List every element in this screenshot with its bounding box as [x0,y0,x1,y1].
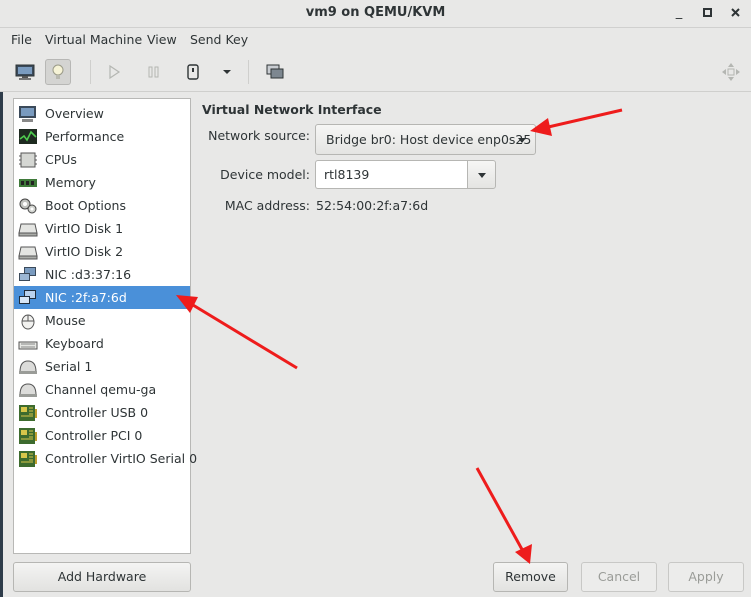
hardware-item-label: VirtIO Disk 1 [45,221,124,236]
network-source-dropdown[interactable]: Bridge br0: Host device enp0s25 [315,124,536,155]
hardware-item-label: NIC :2f:a7:6d [45,290,127,305]
hardware-item-label: Overview [45,106,104,121]
network-source-value: Bridge br0: Host device enp0s25 [326,132,532,147]
cpu-icon [18,151,38,169]
hardware-item-memory[interactable]: Memory [14,171,190,194]
section-title: Virtual Network Interface [202,102,382,117]
network-source-label: Network source: [208,128,310,143]
menu-view[interactable]: View [147,32,177,47]
hardware-item-keyboard[interactable]: Keyboard [14,332,190,355]
close-button[interactable] [727,4,745,22]
menu-file[interactable]: File [11,32,32,47]
keyboard-icon [18,335,38,353]
shutdown-menu-button[interactable] [214,59,240,85]
fullscreen-button[interactable] [718,59,744,85]
power-icon [187,64,199,80]
remove-button[interactable]: Remove [493,562,568,592]
device-model-input[interactable]: rtl8139 [315,160,468,189]
controller-icon [18,404,38,422]
hardware-item-label: Boot Options [45,198,126,213]
chevron-down-icon [223,70,231,74]
hardware-item-label: Mouse [45,313,86,328]
shutdown-button[interactable] [180,59,206,85]
hardware-item-overview[interactable]: Overview [14,102,190,125]
details-button[interactable] [45,59,71,85]
hardware-item-label: Keyboard [45,336,104,351]
hardware-list: Overview Performance CPUs Memory Boot Op… [13,98,197,554]
controller-icon [18,427,38,445]
run-button[interactable] [101,59,127,85]
hardware-item-virtio-disk-2[interactable]: VirtIO Disk 2 [14,240,190,263]
hardware-item-label: Controller PCI 0 [45,428,143,443]
hardware-item-controller-pci-0[interactable]: Controller PCI 0 [14,424,190,447]
menu-virtual-machine[interactable]: Virtual Machine [45,32,142,47]
fullscreen-icon [722,63,740,81]
pause-icon [148,66,159,78]
window-edge [0,92,3,597]
minimize-button[interactable]: _ [670,4,688,22]
window-title: vm9 on QEMU/KVM [305,5,446,20]
hardware-item-performance[interactable]: Performance [14,125,190,148]
device-model-dropdown-button[interactable] [467,160,496,189]
hardware-item-virtio-disk-1[interactable]: VirtIO Disk 1 [14,217,190,240]
chevron-down-icon [518,138,526,143]
mac-address-value: 52:54:00:2f:a7:6d [316,198,429,213]
network-icon [18,266,38,284]
toolbar-separator [248,60,249,84]
hardware-item-label: Controller VirtIO Serial 0 [45,451,198,466]
hardware-item-label: VirtIO Disk 2 [45,244,124,259]
apply-button[interactable]: Apply [668,562,744,592]
hardware-item-label: Performance [45,129,125,144]
pause-button[interactable] [141,59,167,85]
memory-icon [18,174,38,192]
device-model-label: Device model: [220,167,310,182]
add-hardware-button[interactable]: Add Hardware [13,562,191,592]
hardware-item-label: Memory [45,175,96,190]
annotation-arrow [475,467,532,564]
cancel-button[interactable]: Cancel [581,562,657,592]
maximize-icon [703,8,712,17]
hardware-item-boot-options[interactable]: Boot Options [14,194,190,217]
mac-address-label: MAC address: [224,198,310,213]
disk-icon [18,243,38,261]
gears-icon [18,197,38,215]
hardware-item-serial-1[interactable]: Serial 1 [14,355,190,378]
channel-icon [18,381,38,399]
performance-chart-icon [18,128,38,146]
menu-send-key[interactable]: Send Key [190,32,248,47]
hardware-item-controller-usb-0[interactable]: Controller USB 0 [14,401,190,424]
monitor-icon [18,105,38,123]
play-icon [109,64,121,80]
hardware-item-mouse[interactable]: Mouse [14,309,190,332]
lightbulb-icon [52,64,64,79]
mouse-icon [18,312,38,330]
title-bar: vm9 on QEMU/KVM _ [0,0,751,28]
hardware-item-nic-1[interactable]: NIC :d3:37:16 [14,263,190,286]
hardware-item-label: NIC :d3:37:16 [45,267,132,282]
snapshots-button[interactable] [262,59,288,85]
toolbar [0,52,751,92]
disk-icon [18,220,38,238]
annotation-arrow [176,295,298,370]
monitor-icon [15,64,35,80]
hardware-item-label: Controller USB 0 [45,405,149,420]
snapshots-icon [266,64,284,79]
close-icon [731,8,740,17]
hardware-item-controller-virtio-serial-0[interactable]: Controller VirtIO Serial 0 [14,447,197,470]
hardware-item-channel-qemu-ga[interactable]: Channel qemu-ga [14,378,190,401]
hardware-item-label: CPUs [45,152,77,167]
hardware-item-cpus[interactable]: CPUs [14,148,190,171]
console-button[interactable] [12,59,38,85]
serial-icon [18,358,38,376]
chevron-down-icon [478,173,486,178]
menu-bar: File Virtual Machine View Send Key [0,28,751,52]
toolbar-separator [90,60,91,84]
network-icon [18,289,38,307]
hardware-item-label: Serial 1 [45,359,93,374]
controller-icon [18,450,38,468]
hardware-item-nic-2[interactable]: NIC :2f:a7:6d [14,286,190,309]
hardware-item-label: Channel qemu-ga [45,382,157,397]
maximize-button[interactable] [699,4,717,22]
annotation-arrow [530,108,623,136]
